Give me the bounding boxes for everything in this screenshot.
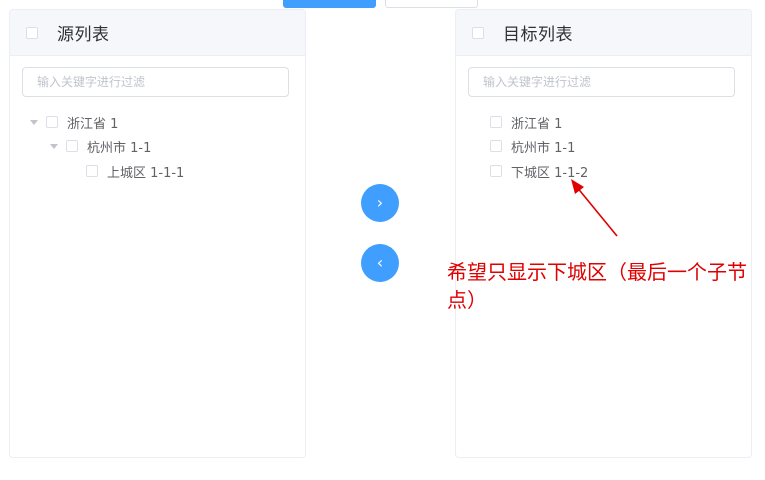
source-tree-node-district[interactable]: 上城区 1-1-1	[86, 160, 184, 182]
source-panel: 源列表 浙江省 1 杭州市 1-1 上城区 1-1-1	[9, 9, 306, 458]
tree-node-checkbox[interactable]	[66, 140, 78, 152]
list-item-label: 下城区 1-1-2	[511, 165, 589, 181]
list-item-label: 浙江省 1	[511, 116, 563, 132]
source-tree-node-province[interactable]: 浙江省 1	[30, 111, 118, 133]
target-panel: 目标列表 浙江省 1 杭州市 1-1 下城区 1-1-2	[455, 9, 752, 458]
caret-down-icon[interactable]	[30, 119, 38, 125]
chevron-right-icon: ›	[376, 193, 384, 212]
tree-node-label: 上城区 1-1-1	[107, 165, 185, 181]
caret-down-icon[interactable]	[50, 143, 58, 149]
tree-node-label: 杭州市 1-1	[87, 140, 152, 156]
annotation-text: 希望只显示下城区（最后一个子节点）	[447, 260, 747, 312]
target-select-all-checkbox[interactable]	[472, 26, 484, 39]
list-item-checkbox[interactable]	[490, 140, 502, 152]
top-secondary-button[interactable]	[385, 0, 478, 8]
list-item-label: 杭州市 1-1	[511, 140, 576, 156]
tree-node-checkbox[interactable]	[86, 165, 98, 177]
tree-node-label: 浙江省 1	[67, 116, 119, 132]
move-to-target-button[interactable]: ›	[361, 184, 399, 222]
top-primary-button[interactable]	[283, 0, 376, 8]
source-tree-node-city[interactable]: 杭州市 1-1	[50, 135, 151, 157]
target-list-item[interactable]: 下城区 1-1-2	[490, 160, 588, 182]
target-panel-title: 目标列表	[503, 25, 573, 45]
list-item-checkbox[interactable]	[490, 165, 502, 177]
source-filter-input[interactable]	[22, 67, 289, 97]
move-to-source-button[interactable]: ‹	[361, 244, 399, 282]
target-list-item[interactable]: 杭州市 1-1	[490, 135, 575, 157]
source-panel-title: 源列表	[57, 25, 110, 45]
list-item-checkbox[interactable]	[490, 116, 502, 128]
source-panel-header: 源列表	[10, 10, 305, 56]
source-select-all-checkbox[interactable]	[26, 26, 38, 39]
target-filter-input[interactable]	[468, 67, 735, 97]
target-panel-header: 目标列表	[456, 10, 751, 56]
tree-node-checkbox[interactable]	[46, 116, 58, 128]
target-list-item[interactable]: 浙江省 1	[490, 111, 562, 133]
transfer-widget: 源列表 浙江省 1 杭州市 1-1 上城区 1-1-1 › ‹ 目标列表	[0, 0, 765, 480]
chevron-left-icon: ‹	[376, 253, 384, 272]
